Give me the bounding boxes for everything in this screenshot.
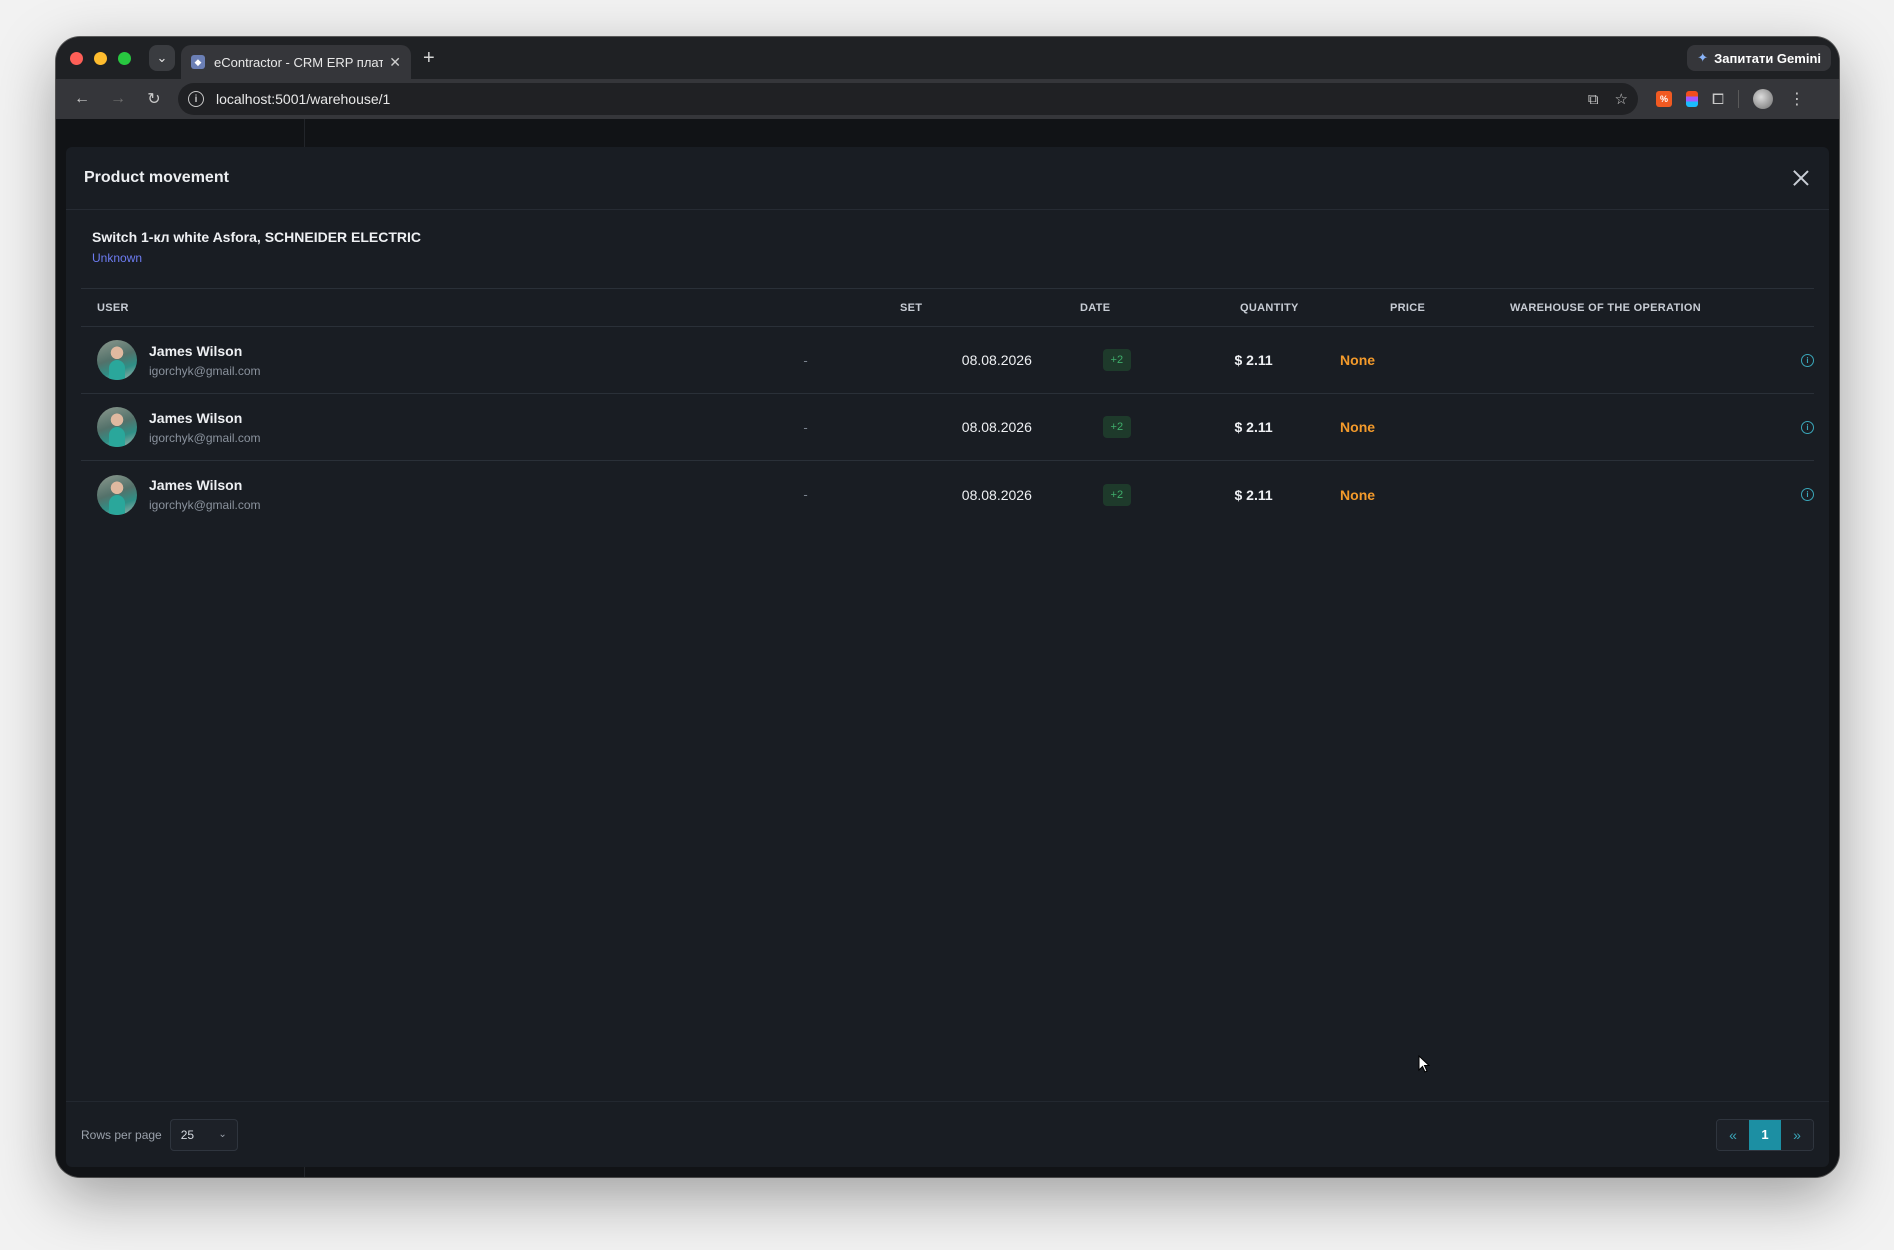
gemini-button[interactable]: ✦ Запитати Gemini — [1687, 45, 1831, 71]
toolbar-divider — [1738, 90, 1740, 108]
extensions-puzzle-icon[interactable]: ⧠ — [1712, 91, 1724, 108]
table-row[interactable]: James Wilson igorchyk@gmail.com - 08.08.… — [81, 461, 1814, 528]
browser-toolbar: ← → ↻ i localhost:5001/warehouse/1 ⧉ ☆ %… — [56, 79, 1839, 119]
address-bar[interactable]: i localhost:5001/warehouse/1 ⧉ ☆ — [178, 83, 1638, 115]
tab-close-icon[interactable]: ✕ — [389, 54, 401, 71]
site-info-icon[interactable]: i — [188, 91, 204, 107]
product-movement-modal: Product movement Switch 1-кл white Asfor… — [66, 147, 1829, 1167]
column-header-set: SET — [900, 301, 923, 314]
close-window-button[interactable] — [70, 51, 83, 65]
price-cell: $ 2.11 — [1234, 419, 1273, 435]
user-name: James Wilson — [149, 342, 243, 359]
extension-a-icon[interactable]: % — [1656, 91, 1672, 107]
user-name: James Wilson — [149, 477, 243, 493]
mouse-cursor-icon — [1418, 1055, 1430, 1073]
tab-search-chevron-icon[interactable]: ⌄ — [149, 45, 175, 71]
modal-footer: Rows per page 25 ⌄ « 1 » — [66, 1101, 1829, 1167]
table-row[interactable]: James Wilson igorchyk@gmail.com - 08.08.… — [81, 394, 1814, 461]
url-text: localhost:5001/warehouse/1 — [216, 91, 391, 107]
set-cell: - — [803, 419, 808, 435]
user-email: igorchyk@gmail.com — [149, 363, 261, 378]
set-cell: - — [803, 487, 808, 502]
column-header-date: DATE — [1080, 301, 1111, 314]
maximize-window-button[interactable] — [118, 51, 131, 65]
extensions-area: % ⧠ ⋮ — [1656, 89, 1805, 109]
tab-title: eContractor - CRM ERP плат — [214, 54, 384, 70]
user-name: James Wilson — [149, 409, 243, 426]
browser-tab[interactable]: ◆ eContractor - CRM ERP плат ✕ — [181, 45, 411, 79]
modal-header: Product movement — [66, 147, 1829, 210]
user-email: igorchyk@gmail.com — [149, 430, 261, 445]
actions-cell: i — [1560, 488, 1814, 501]
close-icon[interactable] — [1791, 168, 1811, 188]
avatar — [97, 474, 137, 515]
table-row[interactable]: James Wilson igorchyk@gmail.com - 08.08.… — [81, 327, 1814, 394]
tab-strip: ⌄ ◆ eContractor - CRM ERP плат ✕ + ✦ Зап… — [56, 37, 1839, 79]
quantity-cell: +2 — [1102, 483, 1235, 506]
column-header-quantity: QUANTITY — [1240, 301, 1299, 314]
quantity-cell: +2 — [1102, 416, 1235, 438]
column-header-user: USER — [97, 301, 129, 314]
price-cell: $ 2.11 — [1234, 352, 1273, 368]
product-name: Switch 1-кл white Asfora, SCHNEIDER ELEC… — [92, 229, 422, 245]
rows-per-page-select[interactable]: 25 ⌄ — [169, 1118, 238, 1151]
product-status[interactable]: Unknown — [92, 251, 1803, 265]
warehouse-cell: None — [1340, 486, 1376, 503]
rows-per-page-label: Rows per page — [81, 1127, 162, 1142]
next-page-button[interactable]: » — [1781, 1119, 1813, 1150]
info-icon[interactable]: i — [1800, 353, 1814, 367]
quantity-badge: +2 — [1102, 483, 1132, 506]
actions-cell: i — [1560, 353, 1814, 367]
info-icon[interactable]: i — [1800, 420, 1814, 434]
browser-menu-icon[interactable]: ⋮ — [1789, 89, 1805, 109]
quantity-badge: +2 — [1102, 416, 1132, 438]
install-app-icon[interactable]: ⧉ — [1588, 91, 1599, 108]
column-header-warehouse: WAREHOUSE OF THE OPERATION — [1510, 301, 1701, 314]
page-button-current[interactable]: 1 — [1749, 1119, 1781, 1150]
gemini-label: Запитати Gemini — [1714, 50, 1821, 66]
warehouse-cell: None — [1340, 419, 1376, 435]
actions-cell: i — [1560, 420, 1814, 434]
quantity-badge: +2 — [1102, 349, 1132, 371]
favicon-icon: ◆ — [191, 55, 205, 69]
chevron-down-icon: ⌄ — [218, 1129, 227, 1140]
pagination: « 1 » — [1716, 1118, 1814, 1151]
quantity-cell: +2 — [1102, 349, 1235, 371]
date-cell: 08.08.2026 — [961, 486, 1032, 503]
gemini-sparkle-icon: ✦ — [1697, 50, 1709, 65]
product-info: Switch 1-кл white Asfora, SCHNEIDER ELEC… — [66, 210, 1829, 288]
avatar — [97, 340, 137, 380]
set-cell: - — [803, 352, 808, 368]
rows-per-page-value: 25 — [180, 1127, 195, 1142]
user-cell: James Wilson igorchyk@gmail.com — [81, 474, 803, 515]
modal-title: Product movement — [84, 169, 229, 186]
user-email: igorchyk@gmail.com — [149, 498, 261, 512]
bookmark-star-icon[interactable]: ☆ — [1615, 90, 1628, 108]
new-tab-plus-icon[interactable]: + — [423, 47, 435, 70]
price-cell: $ 2.11 — [1234, 486, 1273, 503]
window-controls — [70, 51, 131, 65]
avatar — [97, 407, 137, 447]
minimize-window-button[interactable] — [94, 51, 107, 65]
column-header-price: PRICE — [1390, 301, 1426, 314]
reload-icon[interactable]: ↻ — [136, 89, 172, 109]
forward-arrow-icon[interactable]: → — [100, 90, 136, 108]
browser-window: ⌄ ◆ eContractor - CRM ERP плат ✕ + ✦ Зап… — [56, 37, 1839, 1177]
user-cell: James Wilson igorchyk@gmail.com — [81, 407, 803, 447]
prev-page-button[interactable]: « — [1717, 1119, 1749, 1150]
figma-extension-icon[interactable] — [1686, 91, 1698, 107]
date-cell: 08.08.2026 — [961, 419, 1032, 435]
info-icon[interactable]: i — [1800, 488, 1814, 501]
user-cell: James Wilson igorchyk@gmail.com — [81, 340, 803, 380]
warehouse-cell: None — [1340, 352, 1376, 368]
movement-table: USER SET DATE QUANTITY PRICE WAREHOUSE O… — [81, 288, 1814, 528]
back-arrow-icon[interactable]: ← — [64, 90, 100, 108]
date-cell: 08.08.2026 — [961, 352, 1032, 368]
table-header: USER SET DATE QUANTITY PRICE WAREHOUSE O… — [81, 289, 1814, 327]
profile-avatar-icon[interactable] — [1753, 89, 1774, 109]
